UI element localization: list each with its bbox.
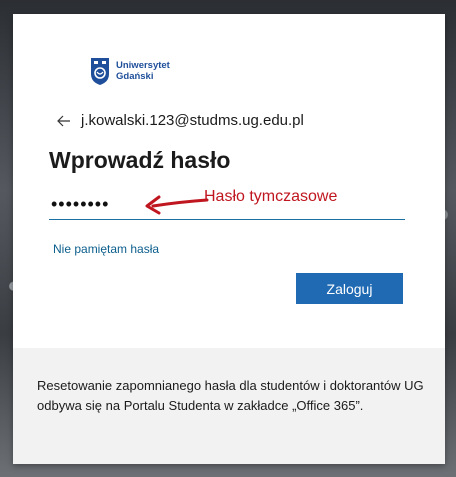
info-footer: Resetowanie zapomnianego hasła dla stude… xyxy=(13,348,445,464)
arrow-left-icon[interactable] xyxy=(57,115,71,127)
university-logo-icon xyxy=(91,58,109,85)
password-annotation: Hasło tymczasowe xyxy=(204,188,338,205)
sign-in-button[interactable]: Zaloguj xyxy=(296,273,403,304)
account-row: j.kowalski.123@studms.ug.edu.pl xyxy=(57,112,304,129)
account-email: j.kowalski.123@studms.ug.edu.pl xyxy=(81,112,304,129)
hand-drawn-arrow-icon xyxy=(145,195,209,215)
footer-text: Resetowanie zapomnianego hasła dla stude… xyxy=(37,378,424,413)
logo-line-1: Uniwersytet xyxy=(116,60,170,71)
sign-in-card: Uniwersytet Gdański j.kowalski.123@studm… xyxy=(13,14,445,464)
logo-line-2: Gdański xyxy=(116,71,154,82)
page-title: Wprowadź hasło xyxy=(49,147,231,173)
university-logo: Uniwersytet Gdański xyxy=(89,56,170,86)
logo-text: Uniwersytet Gdański xyxy=(116,60,170,82)
forgot-password-link[interactable]: Nie pamiętam hasła xyxy=(53,242,159,256)
